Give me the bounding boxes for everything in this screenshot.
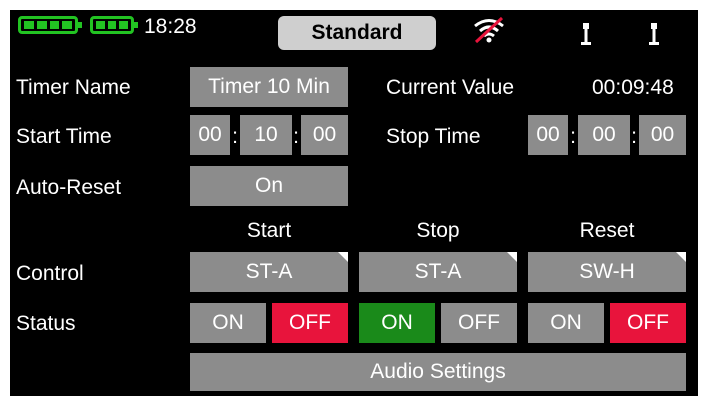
column-header-reset: Reset	[579, 219, 635, 242]
timer-name-label: Timer Name	[16, 76, 131, 99]
control-reset-selector[interactable]: SW-H	[528, 252, 686, 292]
stop-time-minutes[interactable]: 00	[578, 115, 630, 155]
control-start-selector[interactable]: ST-A	[190, 252, 348, 292]
battery-icon	[18, 16, 82, 34]
antenna-icon	[581, 23, 591, 45]
signal-muted-icon	[474, 16, 504, 44]
start-time-minutes[interactable]: 10	[240, 115, 292, 155]
status-label: Status	[16, 312, 76, 335]
status-reset-on: ON	[528, 303, 604, 343]
stop-time-hours[interactable]: 00	[528, 115, 568, 155]
status-start-on: ON	[190, 303, 266, 343]
current-value: 00:09:48	[592, 76, 674, 99]
start-time-hours[interactable]: 00	[190, 115, 230, 155]
start-time-seconds[interactable]: 00	[301, 115, 348, 155]
time-separator: :	[631, 125, 637, 148]
audio-settings-button[interactable]: Audio Settings	[190, 353, 686, 391]
status-reset-off: OFF	[610, 303, 686, 343]
status-start-off: OFF	[272, 303, 348, 343]
antenna-icon	[649, 23, 659, 45]
current-value-label: Current Value	[386, 76, 515, 99]
control-stop-selector[interactable]: ST-A	[359, 252, 517, 292]
column-header-start: Start	[246, 219, 292, 242]
column-header-stop: Stop	[416, 219, 460, 242]
time-separator: :	[293, 125, 299, 148]
clock-time: 18:28	[144, 15, 197, 38]
timer-name-field[interactable]: Timer 10 Min	[190, 67, 348, 107]
auto-reset-toggle[interactable]: On	[190, 166, 348, 206]
time-separator: :	[570, 125, 576, 148]
status-stop-off: OFF	[441, 303, 517, 343]
tab-standard[interactable]: Standard	[278, 16, 436, 50]
stop-time-label: Stop Time	[386, 125, 481, 148]
auto-reset-label: Auto-Reset	[16, 176, 122, 199]
status-stop-on: ON	[359, 303, 435, 343]
start-time-label: Start Time	[16, 125, 112, 148]
stop-time-seconds[interactable]: 00	[639, 115, 686, 155]
battery-icon	[90, 16, 138, 34]
control-label: Control	[16, 262, 84, 285]
timer-settings-screen: 18:28 Standard Timer Name Timer 10 Min C…	[10, 10, 698, 396]
time-separator: :	[232, 125, 238, 148]
